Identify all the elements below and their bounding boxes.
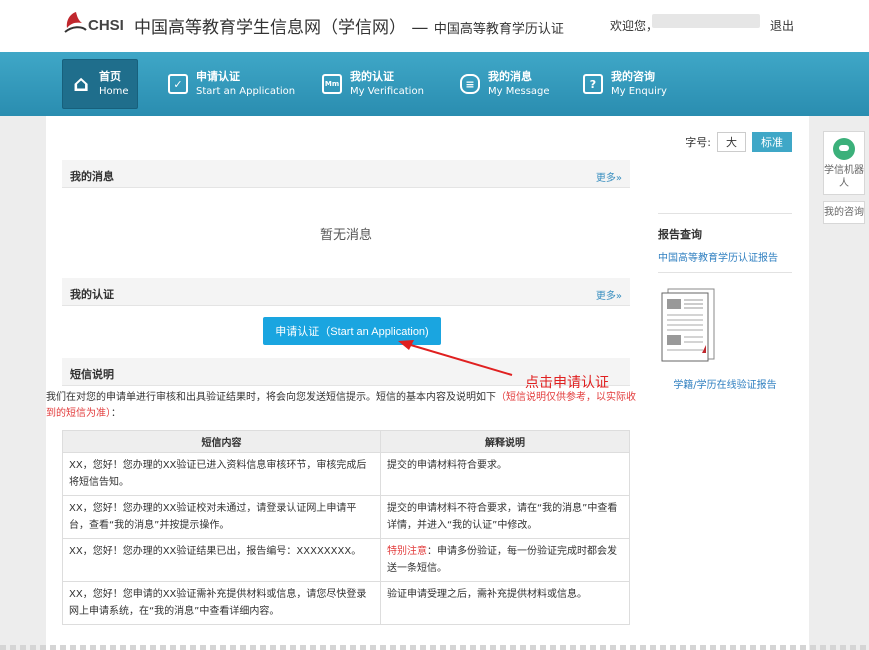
main-nav: ⌂ 首页 Home ✓ 申请认证 Start an Application Mm 我…: [0, 52, 869, 116]
id-card-icon: Mm: [322, 74, 342, 94]
sms-description: 我们在对您的申请单进行审核和出具验证结果时，将会向您发送短信提示。短信的基本内容…: [46, 392, 636, 419]
explanation-cell: 特别注意：申请多份验证，每一份验证完成时都会发送一条短信。: [380, 538, 630, 582]
robot-icon: [833, 138, 855, 160]
checkbox-icon: ✓: [168, 74, 188, 94]
logout-link[interactable]: 退出: [770, 17, 794, 34]
report-link[interactable]: 中国高等教育学历认证报告: [658, 249, 792, 264]
sms-table: 短信内容 解释说明 XX，您好！您办理的XX验证已进入资料信息审核环节，审核完成…: [62, 430, 630, 625]
font-size-switcher: 字号: 大 标准: [685, 132, 792, 152]
nav-home[interactable]: ⌂ 首页 Home: [62, 59, 138, 109]
top-header: CHSI 中国高等教育学生信息网（学信网） — 中国高等教育学历认证 欢迎您， …: [0, 0, 869, 52]
question-icon: ?: [583, 74, 603, 94]
annotation-text: 点击申请认证: [525, 375, 609, 391]
online-report-caption[interactable]: 学籍/学历在线验证报告: [658, 376, 792, 391]
sms-title: 短信说明: [70, 368, 114, 381]
special-note: 特别注意: [387, 546, 427, 557]
nav-my-message[interactable]: ≡ 我的消息 My Message: [460, 59, 550, 109]
messages-title: 我的消息: [70, 170, 114, 183]
report-query-title: 报告查询: [658, 228, 702, 241]
home-icon: ⌂: [73, 71, 89, 97]
empty-messages: 暂无消息: [319, 227, 372, 243]
font-large-button[interactable]: 大: [717, 132, 746, 152]
table-row: XX，您好！您办理的XX验证校对未通过，请登录认证网上申请平台，查看“我的消息”…: [62, 495, 630, 539]
bottom-divider: [0, 645, 869, 650]
verification-header: 我的认证 更多»: [62, 278, 630, 306]
site-subtitle: 中国高等教育学历认证: [433, 22, 564, 37]
robot-assistant-button[interactable]: 学信机器人: [823, 131, 865, 195]
nav-my-verification[interactable]: Mm 我的认证 My Verification: [322, 59, 424, 109]
sms-content-cell: XX，您好！您申请的XX验证需补充提供材料或信息，请您尽快登录网上申请系统，在“…: [62, 581, 381, 625]
enquiry-tool-button[interactable]: 我的咨询: [823, 201, 865, 224]
nav-my-enquiry[interactable]: ? 我的咨询 My Enquiry: [583, 59, 667, 109]
floating-tools: 学信机器人 我的咨询: [823, 131, 865, 230]
chat-icon: ≡: [460, 74, 480, 94]
report-document-icon[interactable]: [658, 287, 718, 363]
explanation-cell: 提交的申请材料不符合要求，请在“我的消息”中查看详情，并进入“我的认证”中修改。: [380, 495, 630, 539]
site-title[interactable]: 中国高等教育学生信息网（学信网） — 中国高等教育学历认证: [134, 13, 564, 38]
table-row: XX，您好！您办理的XX验证已进入资料信息审核环节，审核完成后将短信告知。 提交…: [62, 452, 630, 496]
messages-more-link[interactable]: 更多»: [596, 169, 622, 184]
messages-header: 我的消息 更多»: [62, 160, 630, 188]
start-application-button[interactable]: 申请认证（Start an Application): [263, 317, 441, 345]
sms-content-cell: XX，您好！您办理的XX验证校对未通过，请登录认证网上申请平台，查看“我的消息”…: [62, 495, 381, 539]
username-redacted: [652, 14, 760, 28]
explanation-cell: 验证申请受理之后，需补充提供材料或信息。: [380, 581, 630, 625]
main-panel: 字号: 大 标准 我的消息 更多» 暂无消息 我的认证 更多» 申请认证（Sta…: [46, 116, 809, 650]
col-sms-content: 短信内容: [62, 430, 381, 453]
table-row: XX，您好！您申请的XX验证需补充提供材料或信息，请您尽快登录网上申请系统，在“…: [62, 581, 630, 625]
verification-more-link[interactable]: 更多»: [596, 287, 622, 302]
sms-content-cell: XX，您好！您办理的XX验证结果已出，报告编号：XXXXXXXX。: [62, 538, 381, 582]
logo-text: CHSI: [88, 17, 124, 34]
right-column: 报告查询 中国高等教育学历认证报告 学籍/学历在线验证报告: [658, 160, 792, 391]
table-row: XX，您好！您办理的XX验证结果已出，报告编号：XXXXXXXX。 特别注意：申…: [62, 538, 630, 582]
verification-title: 我的认证: [70, 288, 114, 301]
welcome-text: 欢迎您，: [610, 19, 659, 33]
font-standard-button[interactable]: 标准: [752, 132, 792, 152]
sms-content-cell: XX，您好！您办理的XX验证已进入资料信息审核环节，审核完成后将短信告知。: [62, 452, 381, 496]
col-explanation: 解释说明: [380, 430, 630, 453]
explanation-cell: 提交的申请材料符合要求。: [380, 452, 630, 496]
apply-area: 申请认证（Start an Application): [62, 306, 630, 358]
nav-start-application[interactable]: ✓ 申请认证 Start an Application: [168, 59, 295, 109]
left-column: 我的消息 更多» 暂无消息 我的认证 更多» 申请认证（Start an App…: [46, 160, 636, 625]
font-size-label: 字号:: [685, 136, 711, 149]
